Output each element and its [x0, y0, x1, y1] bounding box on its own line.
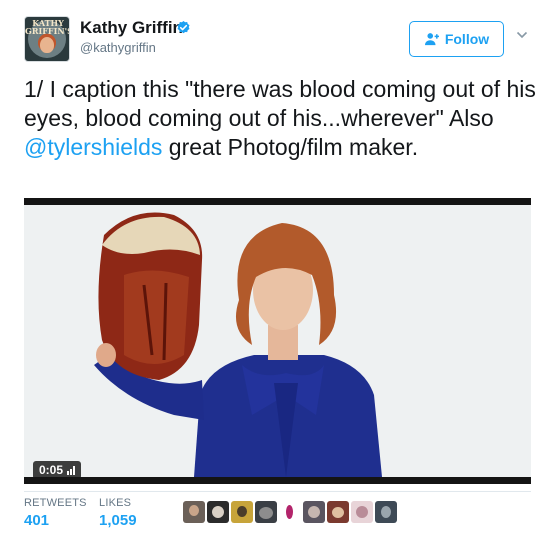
- tweet-text-after: great Photog/film maker.: [162, 134, 419, 160]
- liker-avatars: [183, 501, 397, 525]
- author-handle[interactable]: @kathygriffin: [80, 40, 156, 55]
- avatar-logo-text: KATHY GRIFFIN'S: [25, 18, 70, 36]
- verified-badge-icon: [177, 20, 190, 34]
- mention-link[interactable]: @tylershields: [24, 134, 162, 160]
- liker-avatar[interactable]: [183, 501, 205, 523]
- video-frame: [24, 205, 531, 477]
- likes-count[interactable]: 1,059: [99, 512, 137, 529]
- tweet-text-before: 1/ I caption this "there was blood comin…: [24, 76, 536, 131]
- liker-avatar[interactable]: [375, 501, 397, 523]
- likes-label: LIKES: [99, 497, 132, 509]
- video-duration-badge: 0:05: [33, 461, 82, 477]
- video-duration: 0:05: [39, 463, 64, 477]
- liker-avatar[interactable]: [351, 501, 373, 523]
- chevron-down-icon[interactable]: [516, 30, 528, 40]
- author-name[interactable]: Kathy Griffin: [80, 18, 183, 38]
- liker-avatar[interactable]: [327, 501, 349, 523]
- video-player[interactable]: 0:05: [24, 198, 531, 484]
- follow-button-label: Follow: [444, 31, 490, 47]
- liker-avatar[interactable]: [303, 501, 325, 523]
- add-user-icon: [424, 33, 439, 46]
- liker-avatar[interactable]: [279, 501, 301, 523]
- avatar-face: [40, 37, 54, 53]
- liker-avatar[interactable]: [231, 501, 253, 523]
- volume-bars-icon: [67, 465, 76, 475]
- tweet-text: 1/ I caption this "there was blood comin…: [24, 75, 539, 162]
- author-avatar[interactable]: KATHY GRIFFIN'S: [24, 16, 70, 62]
- liker-avatar[interactable]: [255, 501, 277, 523]
- retweets-label: RETWEETS: [24, 497, 87, 509]
- stats-divider: [24, 491, 531, 492]
- retweets-count[interactable]: 401: [24, 512, 49, 529]
- follow-button[interactable]: Follow: [409, 21, 504, 57]
- liker-avatar[interactable]: [207, 501, 229, 523]
